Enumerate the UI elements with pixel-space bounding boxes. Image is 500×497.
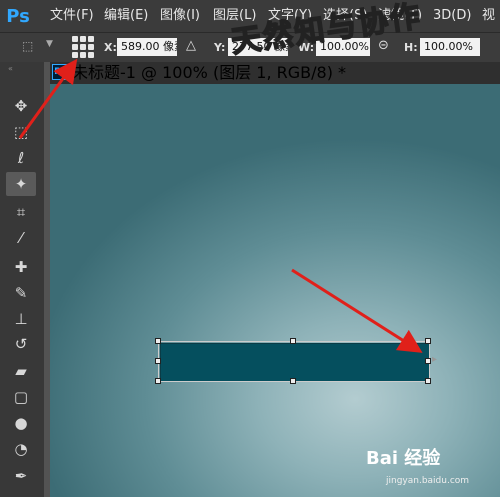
arrow-to-reference-grid — [18, 58, 78, 139]
annotation-arrows — [18, 58, 423, 353]
arrow-to-right-handle — [291, 268, 423, 353]
